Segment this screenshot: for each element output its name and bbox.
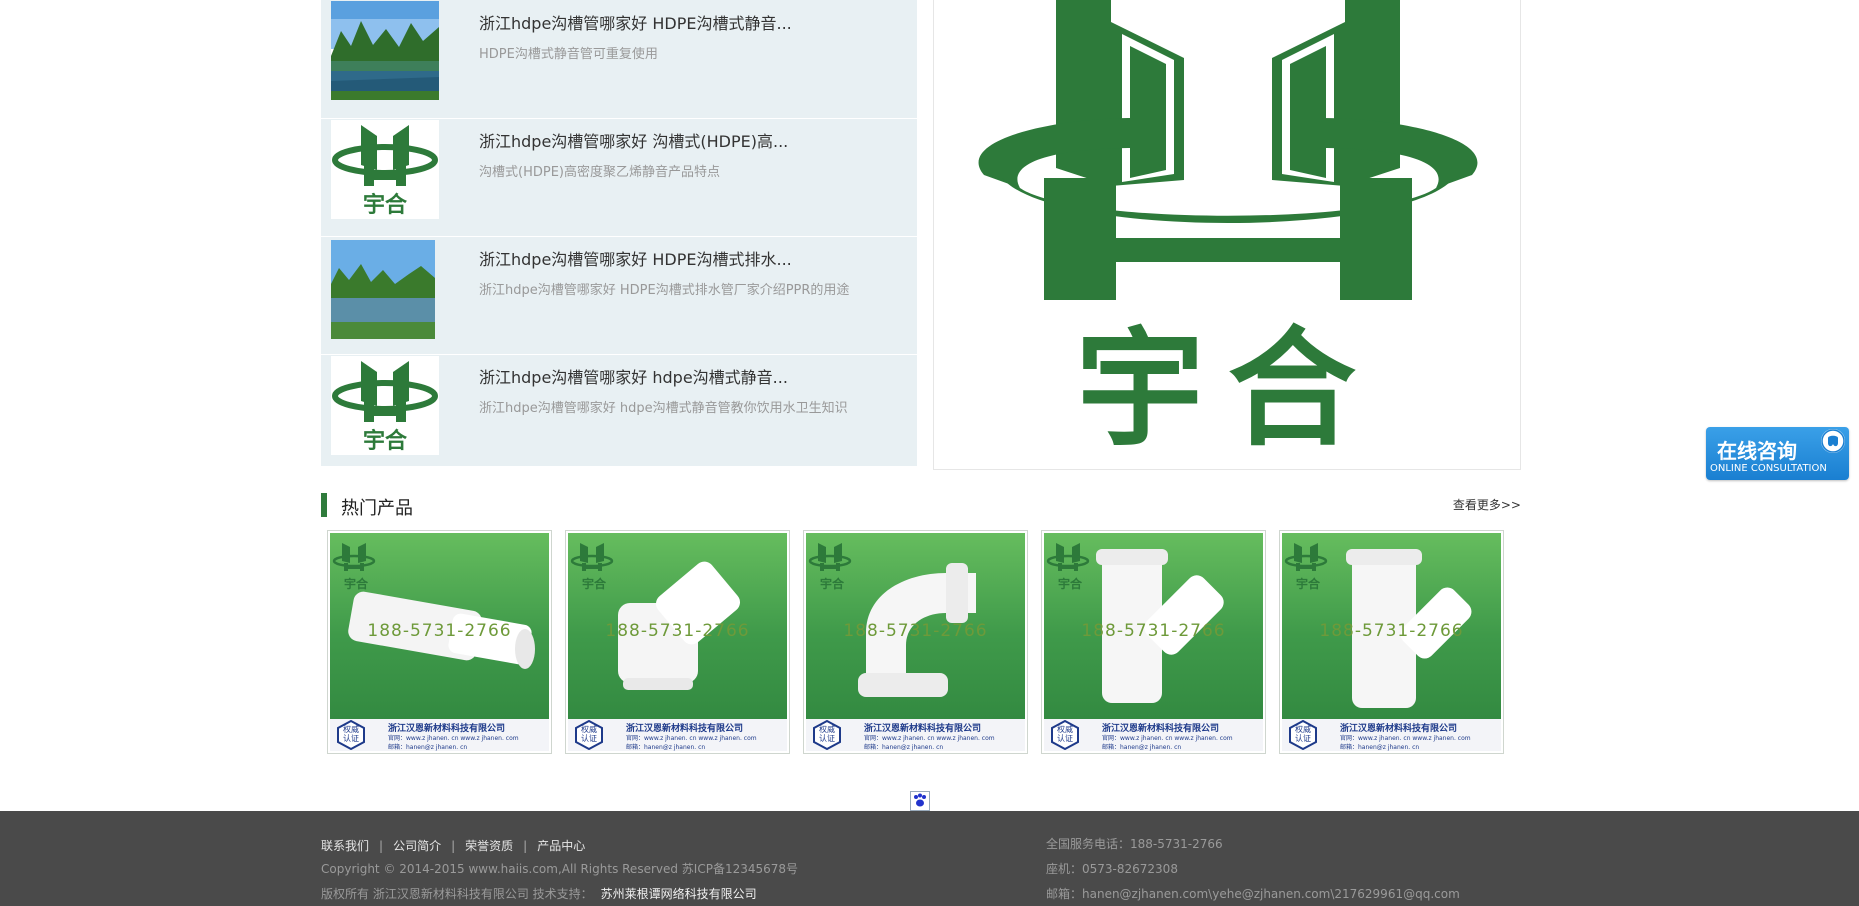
consult-label: 在线咨询 — [1717, 439, 1797, 463]
landscape-photo-icon — [331, 240, 435, 339]
site-footer: 联系我们 | 公司简介 | 荣誉资质 | 产品中心 Copyright © 2014-201… — [0, 811, 1859, 906]
card-phone: 188-5731-2766 — [1081, 621, 1226, 641]
card-logo-text: 宇合 — [820, 577, 845, 591]
hot-products-header: 热门产品 查看更多>> — [321, 493, 1521, 519]
news-thumbnail[interactable] — [331, 1, 439, 100]
rights-prefix: 版权所有 浙江汉恩新材料科技有限公司 技术支持： — [321, 887, 593, 901]
card-logo-text: 宇合 — [1058, 577, 1083, 591]
email-text: 邮箱：hanen@zjhanen.com\yehe@zjhanen.com\21… — [1046, 887, 1460, 901]
news-title[interactable]: 浙江hdpe沟槽管哪家好 hdpe沟槽式静音... — [479, 364, 788, 388]
news-thumbnail[interactable]: 宇合 — [331, 356, 439, 455]
product-card[interactable]: 宇合 188-5731-2766 权威认证 浙江汉恩新材料科技有限公司 官网：www.z… — [565, 530, 790, 754]
footer-link-products[interactable]: 产品中心 — [537, 839, 585, 853]
news-description: 沟槽式(HDPE)高密度聚乙烯静音产品特点 — [479, 165, 720, 180]
card-site: 官网：www.z jhanen. cn www.z jhanen. com — [1102, 735, 1233, 742]
news-title[interactable]: 浙江hdpe沟槽管哪家好 HDPE沟槽式排水... — [479, 246, 792, 270]
company-logo-panel: 宇合 — [933, 0, 1521, 470]
footer-link-about[interactable]: 公司简介 — [393, 839, 441, 853]
cert-label: 权威认证 — [819, 725, 835, 743]
hotline-text: 全国服务电话：188-5731-2766 — [1046, 837, 1223, 851]
product-image[interactable]: 宇合 188-5731-2766 — [568, 533, 787, 719]
card-site: 官网：www.z jhanen. cn www.z jhanen. com — [864, 735, 995, 742]
card-phone: 188-5731-2766 — [605, 621, 750, 641]
yuhe-logo-icon: 宇合 — [331, 120, 439, 219]
svg-text:宇合: 宇合 — [363, 192, 408, 218]
footer-link-honors[interactable]: 荣誉资质 — [465, 839, 513, 853]
card-logo-text: 宇合 — [1296, 577, 1321, 591]
yuhe-logo-icon: 宇合 — [331, 356, 439, 455]
news-thumbnail[interactable] — [331, 240, 435, 339]
card-mail: 邮箱：hanen@z jhanen. cn — [1102, 744, 1182, 751]
copyright-text: Copyright © 2014-2015 www.haiis.com,All … — [321, 862, 799, 876]
news-thumbnail[interactable]: 宇合 — [331, 120, 439, 219]
consult-sub-label: ONLINE CONSULTATION — [1710, 463, 1827, 474]
product-card[interactable]: 宇合 188-5731-2766 权威认证 浙江汉恩新材料科技有限公司 官网：www.z… — [803, 530, 1028, 754]
card-footer: 权威认证 浙江汉恩新材料科技有限公司 官网：www.z jhanen. cn www… — [1282, 719, 1501, 751]
footer-link-contact[interactable]: 联系我们 — [321, 839, 369, 853]
card-logo-text: 宇合 — [582, 577, 607, 591]
cert-label: 权威认证 — [1295, 725, 1311, 743]
news-item[interactable]: 宇合 浙江hdpe沟槽管哪家好 沟槽式(HDPE)高... 沟槽式(HDPE)高… — [321, 118, 917, 237]
product-card[interactable]: 宇合 188-5731-2766 权威认证 浙江汉恩新材料科技有限公司 官网：www.z… — [1041, 530, 1266, 754]
footer-nav: 联系我们 | 公司简介 | 荣誉资质 | 产品中心 — [321, 835, 585, 854]
product-card[interactable]: 宇合 188-5731-2766 权威认证 浙江汉恩新材料科技有限公司 官网：www.z… — [1279, 530, 1504, 754]
yuhe-logo-icon — [1046, 543, 1090, 571]
section-marker — [321, 493, 327, 517]
yuhe-logo-icon — [570, 543, 614, 571]
card-mail: 邮箱：hanen@z jhanen. cn — [1340, 744, 1420, 751]
news-item[interactable]: 宇合 浙江hdpe沟槽管哪家好 hdpe沟槽式静音... 浙江hdpe沟槽管哪家… — [321, 354, 917, 472]
news-description: 浙江hdpe沟槽管哪家好 HDPE沟槽式排水管厂家介绍PPR的用途 — [479, 283, 850, 298]
yuhe-logo-icon — [808, 543, 852, 571]
card-mail: 邮箱：hanen@z jhanen. cn — [626, 744, 706, 751]
card-site: 官网：www.z jhanen. cn www.z jhanen. com — [626, 735, 757, 742]
nav-divider: | — [523, 839, 528, 853]
news-item[interactable]: 浙江hdpe沟槽管哪家好 HDPE沟槽式排水... 浙江hdpe沟槽管哪家好 H… — [321, 236, 917, 355]
product-card[interactable]: 宇合 188-5731-2766 权威认证 浙江汉恩新材料科技有限公司 官网：www.z… — [327, 530, 552, 754]
cert-label: 权威认证 — [581, 725, 597, 743]
product-image[interactable]: 宇合 188-5731-2766 — [1044, 533, 1263, 719]
card-mail: 邮箱：hanen@z jhanen. cn — [388, 744, 468, 751]
yuhe-logo-icon: 宇合 — [978, 0, 1478, 464]
yuhe-logo-icon — [332, 543, 376, 571]
card-site: 官网：www.z jhanen. cn www.z jhanen. com — [388, 735, 519, 742]
yuhe-logo-icon — [1284, 543, 1328, 571]
logo-text: 宇合 — [1076, 315, 1380, 464]
nav-divider: | — [379, 839, 384, 853]
card-footer: 权威认证 浙江汉恩新材料科技有限公司 官网：www.z jhanen. cn www… — [1044, 719, 1263, 751]
news-list: 浙江hdpe沟槽管哪家好 HDPE沟槽式静音... HDPE沟槽式静音管可重复使… — [321, 0, 917, 466]
paw-icon[interactable] — [910, 791, 930, 811]
rights-text: 版权所有 浙江汉恩新材料科技有限公司 技术支持： 苏州莱根谭网络科技有限公司 — [321, 885, 757, 902]
card-phone: 188-5731-2766 — [1319, 621, 1464, 641]
news-title[interactable]: 浙江hdpe沟槽管哪家好 HDPE沟槽式静音... — [479, 10, 792, 34]
svg-text:宇合: 宇合 — [363, 428, 408, 454]
view-more-link[interactable]: 查看更多>> — [1453, 496, 1521, 513]
online-consultation-button[interactable]: 在线咨询 ONLINE CONSULTATION — [1706, 427, 1849, 480]
card-footer: 权威认证 浙江汉恩新材料科技有限公司 官网：www.z jhanen. cn www… — [806, 719, 1025, 751]
card-site: 官网：www.z jhanen. cn www.z jhanen. com — [1340, 735, 1471, 742]
cert-label: 权威认证 — [343, 725, 359, 743]
news-title[interactable]: 浙江hdpe沟槽管哪家好 沟槽式(HDPE)高... — [479, 128, 788, 152]
card-footer: 权威认证 浙江汉恩新材料科技有限公司 官网：www.z jhanen. cn www… — [330, 719, 549, 751]
card-footer: 权威认证 浙江汉恩新材料科技有限公司 官网：www.z jhanen. cn www… — [568, 719, 787, 751]
nav-divider: | — [451, 839, 456, 853]
card-phone: 188-5731-2766 — [367, 621, 512, 641]
landline-text: 座机：0573-82672308 — [1046, 862, 1178, 876]
product-image[interactable]: 宇合 188-5731-2766 — [1282, 533, 1501, 719]
card-mail: 邮箱：hanen@z jhanen. cn — [864, 744, 944, 751]
product-image[interactable]: 宇合 188-5731-2766 — [330, 533, 549, 719]
cert-label: 权威认证 — [1057, 725, 1073, 743]
news-description: 浙江hdpe沟槽管哪家好 hdpe沟槽式静音管教你饮用水卫生知识 — [479, 401, 848, 416]
news-item[interactable]: 浙江hdpe沟槽管哪家好 HDPE沟槽式静音... HDPE沟槽式静音管可重复使… — [321, 0, 917, 119]
section-title: 热门产品 — [341, 498, 413, 519]
tech-support-link[interactable]: 苏州莱根谭网络科技有限公司 — [601, 887, 757, 901]
card-logo-text: 宇合 — [344, 577, 369, 591]
chat-icon — [1821, 429, 1845, 453]
card-phone: 188-5731-2766 — [843, 621, 988, 641]
news-description: HDPE沟槽式静音管可重复使用 — [479, 47, 658, 62]
product-image[interactable]: 宇合 188-5731-2766 — [806, 533, 1025, 719]
landscape-photo-icon — [331, 1, 439, 100]
